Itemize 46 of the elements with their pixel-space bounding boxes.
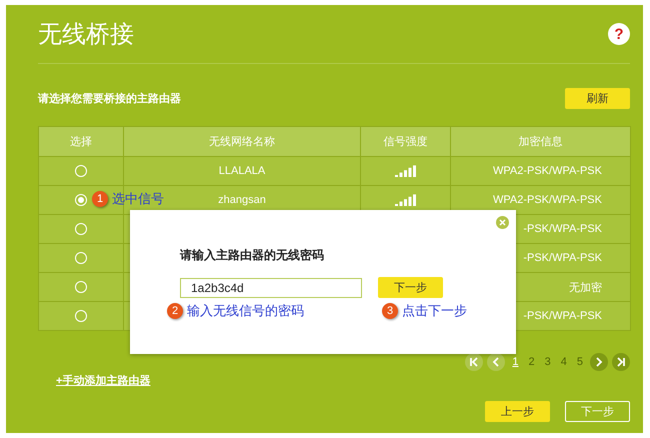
security-text: WPA2-PSK/WPA-PSK bbox=[492, 165, 602, 177]
security-text: WPA2-PSK/WPA-PSK bbox=[492, 194, 602, 206]
radio-button[interactable] bbox=[75, 252, 87, 264]
security-text: -PSK/WPA-PSK bbox=[523, 252, 602, 264]
network-name: zhangsan bbox=[218, 194, 266, 206]
refresh-button[interactable]: 刷新 bbox=[565, 88, 630, 108]
column-header: 加密信息 bbox=[450, 126, 630, 156]
security-text: -PSK/WPA-PSK bbox=[523, 310, 602, 322]
dialog-title: 请输入主路由器的无线密码 bbox=[180, 247, 325, 264]
security-text: -PSK/WPA-PSK bbox=[523, 223, 602, 235]
password-field[interactable]: 1a2b3c4d bbox=[180, 278, 362, 298]
column-header: 无线网络名称 bbox=[124, 126, 360, 156]
radio-button[interactable] bbox=[75, 165, 87, 178]
next-page-button[interactable] bbox=[590, 353, 608, 371]
previous-page-button[interactable] bbox=[487, 353, 506, 371]
add-router-link[interactable]: +手动添加主路由器 bbox=[56, 373, 150, 388]
annotation-text: 点击下一步 bbox=[402, 302, 467, 320]
close-icon bbox=[499, 219, 506, 226]
radio-button[interactable] bbox=[75, 281, 87, 294]
last-page-icon bbox=[616, 357, 626, 367]
last-page-button[interactable] bbox=[612, 353, 630, 371]
first-page-icon bbox=[469, 357, 480, 367]
first-page-button[interactable] bbox=[465, 353, 484, 371]
help-button[interactable]: ? bbox=[608, 23, 630, 45]
next-button[interactable]: 下一步 bbox=[565, 401, 630, 422]
column-header: 信号强度 bbox=[360, 126, 450, 156]
radio-button[interactable] bbox=[75, 194, 87, 206]
chevron-right-icon bbox=[594, 357, 604, 367]
annotation-text: 输入无线信号的密码 bbox=[187, 302, 304, 320]
column-header: 选择 bbox=[38, 126, 124, 156]
page-number[interactable]: 1 bbox=[509, 356, 522, 368]
page-number[interactable]: 5 bbox=[574, 356, 586, 368]
security-text: 无加密 bbox=[569, 282, 602, 294]
page-number[interactable]: 2 bbox=[526, 356, 538, 368]
network-name: LLALALA bbox=[218, 165, 266, 177]
previous-button[interactable]: 上一步 bbox=[485, 401, 550, 422]
page-title: 无线桥接 bbox=[38, 20, 134, 50]
radio-button[interactable] bbox=[75, 223, 87, 236]
radio-button[interactable] bbox=[75, 310, 87, 322]
page-number[interactable]: 3 bbox=[542, 356, 554, 368]
next-step-button[interactable]: 下一步 bbox=[378, 277, 443, 298]
chevron-left-icon bbox=[491, 357, 502, 367]
annotation-text: 选中信号 bbox=[112, 190, 164, 208]
page-number[interactable]: 4 bbox=[558, 356, 570, 368]
close-button[interactable] bbox=[496, 216, 509, 229]
instruction-text: 请选择您需要桥接的主路由器 bbox=[38, 92, 181, 106]
